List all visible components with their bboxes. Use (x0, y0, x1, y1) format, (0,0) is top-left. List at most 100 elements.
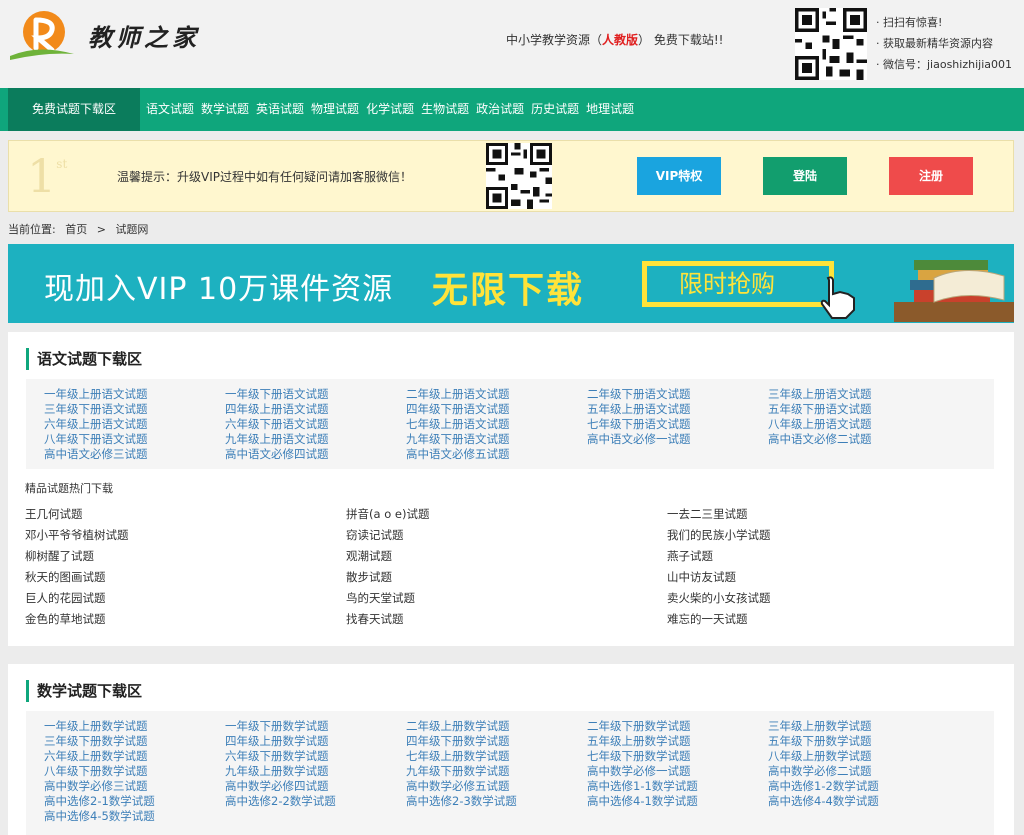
grade-link[interactable]: 五年级上册语文试题 (587, 402, 768, 417)
grade-link[interactable]: 高中选修2-3数学试题 (406, 794, 587, 809)
nav-item-biology[interactable]: 生物试题 (421, 88, 469, 131)
grade-link[interactable]: 九年级下册数学试题 (406, 764, 587, 779)
banner-cta[interactable]: 限时抢购 (642, 261, 834, 307)
hot-download-link[interactable]: 散步试题 (346, 567, 667, 588)
site-logo-text[interactable]: 教师之家 (88, 18, 200, 53)
hot-download-link[interactable]: 找春天试题 (346, 609, 667, 630)
login-button[interactable]: 登陆 (763, 157, 847, 195)
first-badge-number: 1 (27, 149, 57, 203)
hot-download-link[interactable]: 窃读记试题 (346, 525, 667, 546)
grade-link[interactable]: 二年级下册语文试题 (587, 387, 768, 402)
grade-link[interactable]: 七年级下册数学试题 (587, 749, 768, 764)
breadcrumb-home[interactable]: 首页 (65, 223, 87, 236)
grade-link[interactable]: 九年级上册语文试题 (225, 432, 406, 447)
grade-link[interactable]: 高中数学必修二试题 (768, 764, 949, 779)
grade-link[interactable]: 五年级下册数学试题 (768, 734, 949, 749)
grade-link[interactable]: 五年级上册数学试题 (587, 734, 768, 749)
grade-link[interactable]: 高中选修4-1数学试题 (587, 794, 768, 809)
grade-link[interactable]: 三年级上册语文试题 (768, 387, 949, 402)
grade-link[interactable]: 三年级下册语文试题 (44, 402, 225, 417)
nav-item-english[interactable]: 英语试题 (256, 88, 304, 131)
grade-link[interactable]: 高中数学必修五试题 (406, 779, 587, 794)
hot-download-link[interactable]: 卖火柴的小女孩试题 (667, 588, 988, 609)
grade-link[interactable]: 六年级下册数学试题 (225, 749, 406, 764)
hot-download-link[interactable]: 王几何试题 (25, 504, 346, 525)
site-logo-icon[interactable] (8, 8, 78, 63)
grade-link[interactable]: 高中语文必修四试题 (225, 447, 406, 462)
nav-item-history[interactable]: 历史试题 (531, 88, 579, 131)
grade-link[interactable]: 高中选修2-1数学试题 (44, 794, 225, 809)
nav-item-politics[interactable]: 政治试题 (476, 88, 524, 131)
notice-tip: 温馨提示：升级VIP过程中如有任何疑问请加客服微信！ (117, 170, 412, 184)
grade-link[interactable]: 一年级上册数学试题 (44, 719, 225, 734)
grade-link[interactable]: 高中语文必修二试题 (768, 432, 949, 447)
hot-downloads-title: 精品试题热门下载 (25, 482, 113, 495)
grade-link[interactable]: 二年级下册数学试题 (587, 719, 768, 734)
grade-link[interactable]: 高中数学必修一试题 (587, 764, 768, 779)
grade-link[interactable]: 一年级下册数学试题 (225, 719, 406, 734)
grade-link[interactable]: 三年级上册数学试题 (768, 719, 949, 734)
service-qr-code-icon (486, 143, 552, 209)
nav-item-math[interactable]: 数学试题 (201, 88, 249, 131)
grade-link[interactable]: 高中选修4-4数学试题 (768, 794, 949, 809)
hot-download-link[interactable]: 一去二三里试题 (667, 504, 988, 525)
first-badge: 1st (27, 149, 67, 203)
nav-item-physics[interactable]: 物理试题 (311, 88, 359, 131)
grade-link[interactable]: 一年级上册语文试题 (44, 387, 225, 402)
grade-link[interactable]: 八年级上册语文试题 (768, 417, 949, 432)
grade-link[interactable]: 八年级下册数学试题 (44, 764, 225, 779)
grade-link[interactable]: 四年级下册数学试题 (406, 734, 587, 749)
hot-download-link[interactable]: 巨人的花园试题 (25, 588, 346, 609)
hot-download-link[interactable]: 我们的民族小学试题 (667, 525, 988, 546)
grade-link[interactable]: 二年级上册语文试题 (406, 387, 587, 402)
grade-link[interactable]: 高中数学必修四试题 (225, 779, 406, 794)
grade-link[interactable]: 三年级下册数学试题 (44, 734, 225, 749)
grade-link[interactable]: 二年级上册数学试题 (406, 719, 587, 734)
grade-link[interactable]: 高中选修2-2数学试题 (225, 794, 406, 809)
grade-link[interactable]: 九年级上册数学试题 (225, 764, 406, 779)
hot-download-link[interactable]: 观潮试题 (346, 546, 667, 567)
grade-link[interactable]: 高中语文必修五试题 (406, 447, 587, 462)
grade-link[interactable]: 高中选修1-1数学试题 (587, 779, 768, 794)
register-button[interactable]: 注册 (889, 157, 973, 195)
vip-promo-banner[interactable]: 现加入VIP 10万课件资源 无限下载 限时抢购 (8, 244, 1014, 323)
grade-link[interactable]: 八年级下册语文试题 (44, 432, 225, 447)
hand-cursor-icon (820, 276, 855, 319)
grade-link[interactable]: 六年级下册语文试题 (225, 417, 406, 432)
nav-item-chemistry[interactable]: 化学试题 (366, 88, 414, 131)
hot-download-link[interactable]: 邓小平爷爷植树试题 (25, 525, 346, 546)
hot-download-link[interactable]: 燕子试题 (667, 546, 988, 567)
hot-download-link[interactable]: 鸟的天堂试题 (346, 588, 667, 609)
hot-download-link[interactable]: 山中访友试题 (667, 567, 988, 588)
grade-link[interactable]: 高中语文必修三试题 (44, 447, 225, 462)
nav-item-geography[interactable]: 地理试题 (586, 88, 634, 131)
grade-link[interactable]: 高中选修1-2数学试题 (768, 779, 949, 794)
grade-link[interactable]: 七年级上册数学试题 (406, 749, 587, 764)
grade-link[interactable]: 四年级上册语文试题 (225, 402, 406, 417)
grade-link[interactable]: 六年级上册语文试题 (44, 417, 225, 432)
nav-item-free-download[interactable]: 免费试题下载区 (8, 88, 140, 131)
hot-download-link[interactable]: 柳树醒了试题 (25, 546, 346, 567)
nav-item-chinese[interactable]: 语文试题 (146, 88, 194, 131)
grade-link[interactable]: 一年级下册语文试题 (225, 387, 406, 402)
grade-link[interactable]: 六年级上册数学试题 (44, 749, 225, 764)
hot-download-link[interactable]: 难忘的一天试题 (667, 609, 988, 630)
grade-link[interactable]: 八年级上册数学试题 (768, 749, 949, 764)
grade-link[interactable]: 七年级上册语文试题 (406, 417, 587, 432)
grade-link[interactable]: 九年级下册语文试题 (406, 432, 587, 447)
wechat-qr-code-icon (795, 8, 867, 80)
hot-download-link[interactable]: 金色的草地试题 (25, 609, 346, 630)
grade-link[interactable]: 高中语文必修一试题 (587, 432, 768, 447)
chinese-link-box: 一年级上册语文试题 一年级下册语文试题 二年级上册语文试题 二年级下册语文试题 … (26, 379, 994, 469)
breadcrumb-current[interactable]: 试题网 (115, 223, 148, 236)
vip-privilege-button[interactable]: VIP特权 (637, 157, 721, 195)
grade-link[interactable]: 七年级下册语文试题 (587, 417, 768, 432)
grade-link[interactable]: 四年级上册数学试题 (225, 734, 406, 749)
hot-download-link[interactable]: 拼音(a o e)试题 (346, 504, 667, 525)
vip-notice-bar: 1st 温馨提示：升级VIP过程中如有任何疑问请加客服微信！ VIP特权 登陆 … (8, 140, 1014, 212)
grade-link[interactable]: 四年级下册语文试题 (406, 402, 587, 417)
hot-download-link[interactable]: 秋天的图画试题 (25, 567, 346, 588)
grade-link[interactable]: 高中数学必修三试题 (44, 779, 225, 794)
grade-link[interactable]: 高中选修4-5数学试题 (44, 809, 225, 824)
grade-link[interactable]: 五年级下册语文试题 (768, 402, 949, 417)
